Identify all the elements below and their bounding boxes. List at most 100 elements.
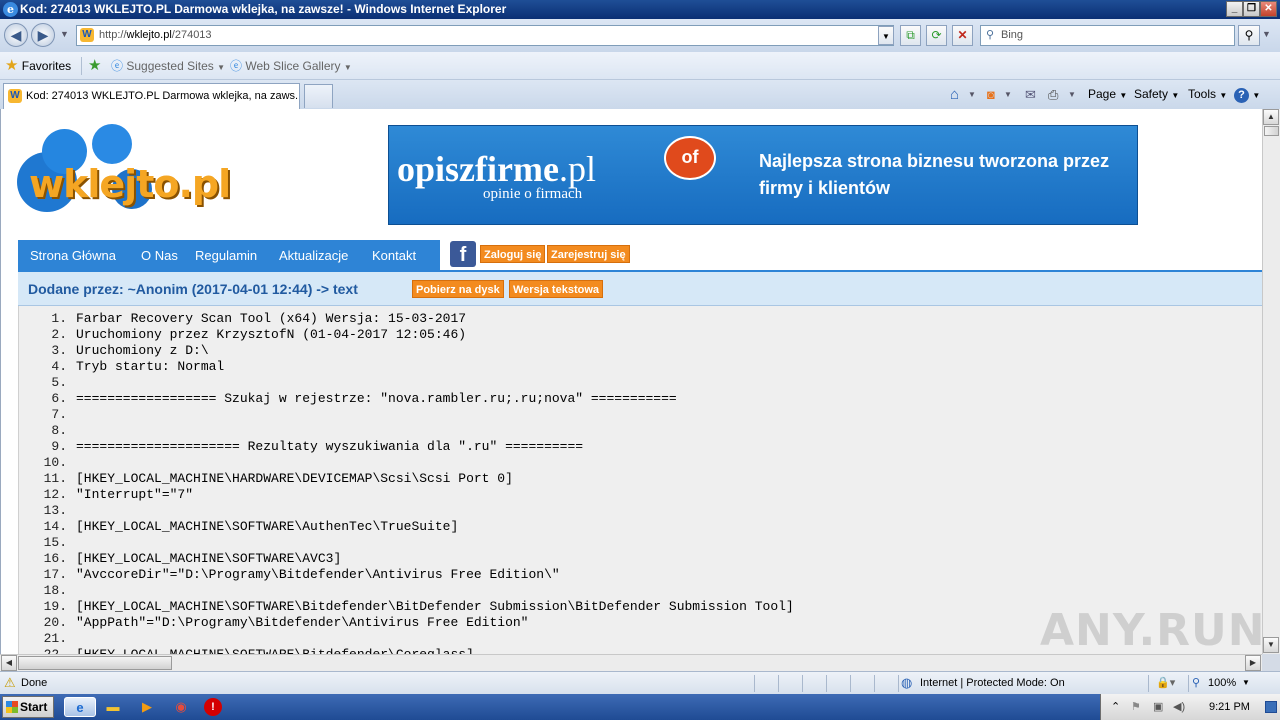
login-button[interactable]: Zaloguj się	[480, 245, 546, 263]
search-input[interactable]: ⚲ Bing	[980, 25, 1235, 46]
help-menu[interactable]: ? ▼	[1234, 80, 1260, 109]
nav-item-contact[interactable]: Kontakt	[372, 240, 416, 271]
compatibility-view-button[interactable]: ⧉	[900, 25, 921, 46]
line-number: 22.	[19, 647, 67, 654]
recent-pages-dropdown-icon[interactable]: ▼	[60, 29, 69, 39]
main-nav: Strona Główna O Nas Regulamin Aktualizac…	[18, 240, 440, 271]
new-tab-button[interactable]	[304, 84, 333, 108]
ie-page-icon: ⓔ	[230, 59, 243, 73]
code-line: 11. [HKEY_LOCAL_MACHINE\HARDWARE\DEVICEMA…	[19, 471, 513, 487]
line-number: 3.	[51, 343, 67, 358]
horizontal-scroll-thumb[interactable]	[18, 656, 172, 670]
stop-button[interactable]: ✕	[952, 25, 973, 46]
line-text: [HKEY_LOCAL_MACHINE\SOFTWARE\AVC3]	[76, 551, 342, 566]
nav-item-updates[interactable]: Aktualizacje	[279, 240, 348, 271]
network-icon[interactable]: ▣	[1153, 694, 1163, 720]
protected-mode-lock-icon[interactable]: 🔒▾	[1156, 672, 1175, 694]
show-hidden-icons-icon[interactable]: ⌃	[1111, 694, 1120, 720]
taskbar-explorer-folder-icon[interactable]: ▬	[102, 697, 124, 717]
code-line: 19. [HKEY_LOCAL_MACHINE\SOFTWARE\Bitdefen…	[19, 599, 794, 615]
nav-item-rules[interactable]: Regulamin	[195, 240, 257, 271]
horizontal-scrollbar[interactable]: ◀ ▶	[0, 654, 1262, 671]
search-placeholder: Bing	[1001, 29, 1024, 41]
close-button[interactable]: ✕	[1260, 1, 1277, 17]
code-line: 22.[HKEY_LOCAL_MACHINE\SOFTWARE\Bitdefen…	[19, 647, 474, 654]
line-text	[67, 407, 76, 422]
security-zone-text[interactable]: Internet | Protected Mode: On	[920, 672, 1065, 694]
scroll-up-arrow-icon[interactable]: ▲	[1263, 109, 1279, 125]
forward-button[interactable]: ▶	[31, 23, 55, 47]
download-button[interactable]: Pobierz na dysk	[412, 280, 504, 298]
address-toolbar: ◀ ▶ ▼ W http://wklejto.pl/274013 ▼ ⧉ ⟳ ✕…	[0, 19, 1280, 52]
flag-icon[interactable]: ⚑	[1131, 694, 1141, 720]
code-line: 20. "AppPath"="D:\Programy\Bitdefender\An…	[19, 615, 529, 631]
banner-brand: opiszfirme.pl	[397, 148, 596, 190]
clock-time[interactable]: 9:21 PM	[1209, 694, 1250, 720]
warning-icon: ⚠	[4, 675, 16, 690]
maximize-button[interactable]: ❐	[1243, 1, 1260, 17]
home-icon[interactable]: ⌂	[950, 80, 959, 109]
banner-brand-main: opiszfirme	[397, 149, 559, 189]
vertical-scrollbar[interactable]: ▲ ▼	[1262, 109, 1280, 654]
taskbar-internet-explorer-icon[interactable]: e	[64, 697, 96, 717]
site-logo[interactable]: wklejto.pl	[17, 124, 267, 219]
back-button[interactable]: ◀	[4, 23, 28, 47]
url-prefix: http://	[99, 29, 127, 41]
taskbar-chrome-icon[interactable]: ◉	[170, 697, 192, 717]
scroll-right-arrow-icon[interactable]: ▶	[1245, 655, 1261, 671]
web-slice-gallery-link[interactable]: ⓔ Web Slice Gallery ▼	[230, 52, 352, 80]
facebook-icon[interactable]: f	[450, 241, 476, 267]
refresh-button[interactable]: ⟳	[926, 25, 947, 46]
tab-active[interactable]: W Kod: 274013 WKLEJTO.PL Darmowa wklejka…	[3, 83, 300, 109]
feeds-icon[interactable]: ◙	[987, 80, 995, 109]
nav-item-home[interactable]: Strona Główna	[30, 240, 116, 271]
window-title-bar: e Kod: 274013 WKLEJTO.PL Darmowa wklejka…	[0, 0, 1280, 19]
status-divider	[874, 675, 875, 692]
show-desktop-button[interactable]	[1265, 701, 1277, 713]
status-divider	[1148, 675, 1149, 692]
line-number: 9.	[51, 439, 67, 454]
add-to-favorites-bar-button[interactable]: ★	[88, 52, 101, 80]
address-input[interactable]: W http://wklejto.pl/274013	[76, 25, 894, 46]
address-dropdown-button[interactable]: ▼	[878, 26, 894, 45]
taskbar-media-player-icon[interactable]: ▶	[136, 697, 158, 717]
suggested-sites-link[interactable]: ⓔ Suggested Sites ▼	[111, 52, 225, 80]
scroll-left-arrow-icon[interactable]: ◀	[1, 655, 17, 671]
text-version-button[interactable]: Wersja tekstowa	[509, 280, 604, 298]
code-line: 3. Uruchomiony z D:\	[19, 343, 208, 359]
chevron-down-icon[interactable]: ▼	[1068, 80, 1076, 109]
minimize-button[interactable]: _	[1226, 1, 1243, 17]
chevron-down-icon: ▼	[217, 63, 226, 72]
line-number: 11.	[43, 471, 67, 486]
chevron-down-icon[interactable]: ▼	[968, 80, 976, 109]
ad-banner[interactable]: opiszfirme.pl of opinie o firmach Najlep…	[388, 125, 1138, 225]
nav-item-about[interactable]: O Nas	[141, 240, 178, 271]
search-options-icon[interactable]: ▼	[1262, 29, 1271, 39]
line-number: 10.	[43, 455, 67, 470]
tools-menu[interactable]: Tools ▼	[1188, 80, 1227, 109]
add-favorites-icon: ★	[88, 57, 102, 74]
line-text	[67, 503, 76, 518]
search-button[interactable]: ⚲	[1238, 25, 1260, 46]
safety-menu[interactable]: Safety ▼	[1134, 80, 1179, 109]
line-number: 7.	[51, 407, 67, 422]
chevron-down-icon[interactable]: ▼	[1242, 672, 1250, 694]
print-icon[interactable]: ⎙	[1048, 80, 1058, 109]
line-text: [HKEY_LOCAL_MACHINE\SOFTWARE\Bitdefender…	[76, 599, 794, 614]
chevron-down-icon: ▼	[1171, 91, 1180, 100]
line-text: "AppPath"="D:\Programy\Bitdefender\Antiv…	[76, 615, 529, 630]
internet-explorer-icon: e	[3, 2, 18, 17]
taskbar-app-icon[interactable]: !	[204, 698, 222, 716]
code-line: 21.	[19, 631, 76, 647]
start-button[interactable]: Start	[2, 696, 54, 718]
zoom-level[interactable]: 100%	[1208, 672, 1236, 694]
register-button[interactable]: Zarejestruj się	[547, 245, 630, 263]
chevron-down-icon[interactable]: ▼	[1004, 80, 1012, 109]
chevron-down-icon: ▼	[1119, 91, 1128, 100]
favorites-button[interactable]: ★ Favorites	[5, 52, 71, 80]
volume-icon[interactable]: ◀)	[1173, 694, 1185, 720]
line-number: 14.	[43, 519, 67, 534]
page-menu[interactable]: Page ▼	[1088, 80, 1127, 109]
read-mail-icon[interactable]: ✉	[1025, 80, 1036, 109]
vertical-scroll-thumb[interactable]	[1264, 126, 1279, 136]
